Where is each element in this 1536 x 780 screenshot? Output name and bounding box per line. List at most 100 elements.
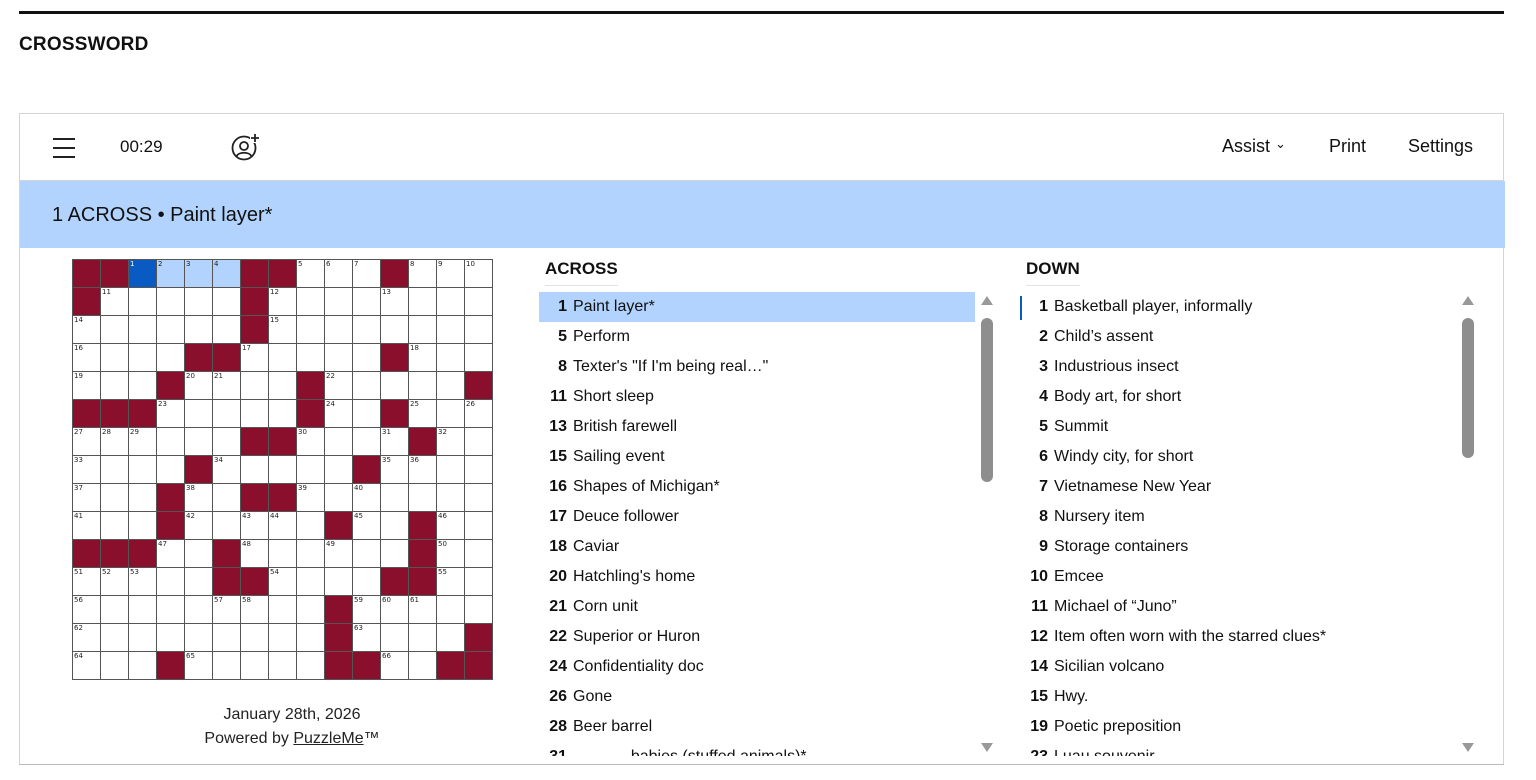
clue-item[interactable]: 21 Corn unit bbox=[539, 592, 975, 622]
grid-cell[interactable]: 38 bbox=[184, 483, 213, 512]
clue-item[interactable]: 3 Industrious insect bbox=[1020, 352, 1456, 382]
grid-cell[interactable] bbox=[464, 427, 493, 456]
grid-cell-cursor[interactable]: 1 bbox=[128, 259, 157, 288]
grid-cell[interactable] bbox=[408, 623, 437, 652]
clue-item[interactable]: 11 Short sleep bbox=[539, 382, 975, 412]
grid-cell[interactable] bbox=[212, 287, 241, 316]
grid-cell[interactable] bbox=[156, 455, 185, 484]
puzzleme-link[interactable]: PuzzleMe bbox=[293, 730, 363, 747]
grid-cell[interactable] bbox=[212, 315, 241, 344]
clue-item[interactable]: 23 Luau souvenir bbox=[1020, 742, 1456, 756]
grid-cell[interactable]: 18 bbox=[408, 343, 437, 372]
grid-cell[interactable]: 28 bbox=[100, 427, 129, 456]
grid-cell[interactable] bbox=[436, 623, 465, 652]
grid-cell[interactable] bbox=[296, 567, 325, 596]
grid-cell[interactable] bbox=[436, 371, 465, 400]
grid-cell[interactable]: 26 bbox=[464, 399, 493, 428]
grid-cell[interactable] bbox=[380, 539, 409, 568]
grid-cell[interactable]: 44 bbox=[268, 511, 297, 540]
grid-cell[interactable]: 23 bbox=[156, 399, 185, 428]
grid-cell[interactable]: 59 bbox=[352, 595, 381, 624]
clue-item[interactable]: 15 Sailing event bbox=[539, 442, 975, 472]
grid-cell[interactable] bbox=[184, 427, 213, 456]
clue-item[interactable]: 9 Storage containers bbox=[1020, 532, 1456, 562]
crossword-grid[interactable]: 1 2 3 4 5 6 7 8 9 10 11 12 13 14 15 16 17 18 19 20 21 22 23 24 2… bbox=[72, 259, 493, 680]
grid-cell[interactable] bbox=[352, 427, 381, 456]
print-button[interactable]: Print bbox=[1329, 136, 1366, 157]
grid-cell[interactable] bbox=[436, 455, 465, 484]
grid-cell[interactable] bbox=[100, 455, 129, 484]
grid-cell[interactable] bbox=[156, 427, 185, 456]
grid-cell[interactable] bbox=[240, 371, 269, 400]
grid-cell[interactable] bbox=[436, 287, 465, 316]
grid-cell[interactable] bbox=[296, 651, 325, 680]
grid-cell[interactable] bbox=[156, 343, 185, 372]
grid-cell[interactable] bbox=[268, 623, 297, 652]
grid-cell[interactable] bbox=[128, 315, 157, 344]
grid-cell[interactable] bbox=[184, 623, 213, 652]
grid-cell[interactable] bbox=[324, 427, 353, 456]
grid-cell[interactable]: 53 bbox=[128, 567, 157, 596]
grid-cell[interactable] bbox=[240, 399, 269, 428]
grid-cell[interactable]: 20 bbox=[184, 371, 213, 400]
grid-cell[interactable]: 40 bbox=[352, 483, 381, 512]
grid-cell[interactable] bbox=[296, 539, 325, 568]
clue-item[interactable]: 26 Gone bbox=[539, 682, 975, 712]
grid-cell[interactable]: 46 bbox=[436, 511, 465, 540]
clue-item[interactable]: 28 Beer barrel bbox=[539, 712, 975, 742]
grid-cell[interactable] bbox=[352, 343, 381, 372]
clue-item[interactable]: 6 Windy city, for short bbox=[1020, 442, 1456, 472]
grid-cell[interactable] bbox=[184, 539, 213, 568]
grid-cell[interactable] bbox=[436, 595, 465, 624]
grid-cell[interactable] bbox=[268, 371, 297, 400]
grid-cell[interactable] bbox=[464, 287, 493, 316]
grid-cell[interactable]: 51 bbox=[72, 567, 101, 596]
grid-cell[interactable] bbox=[156, 595, 185, 624]
grid-cell[interactable] bbox=[436, 315, 465, 344]
grid-cell[interactable] bbox=[436, 483, 465, 512]
grid-cell[interactable] bbox=[100, 651, 129, 680]
grid-cell[interactable]: 66 bbox=[380, 651, 409, 680]
grid-cell[interactable] bbox=[352, 539, 381, 568]
grid-cell[interactable] bbox=[156, 315, 185, 344]
grid-cell[interactable] bbox=[352, 567, 381, 596]
clue-item[interactable]: 31 ______ babies (stuffed animals)* bbox=[539, 742, 975, 756]
clue-item[interactable]: 17 Deuce follower bbox=[539, 502, 975, 532]
scroll-down-arrow-icon[interactable] bbox=[1462, 743, 1474, 752]
clue-item[interactable]: 14 Sicilian volcano bbox=[1020, 652, 1456, 682]
scroll-thumb[interactable] bbox=[1462, 318, 1474, 458]
grid-cell[interactable]: 49 bbox=[324, 539, 353, 568]
grid-cell[interactable] bbox=[100, 483, 129, 512]
grid-cell[interactable] bbox=[128, 595, 157, 624]
grid-cell[interactable] bbox=[240, 455, 269, 484]
grid-cell[interactable]: 45 bbox=[352, 511, 381, 540]
grid-cell[interactable] bbox=[268, 595, 297, 624]
grid-cell[interactable] bbox=[212, 511, 241, 540]
grid-cell[interactable] bbox=[296, 455, 325, 484]
clue-item[interactable]: 8 Nursery item bbox=[1020, 502, 1456, 532]
grid-cell[interactable]: 10 bbox=[464, 259, 493, 288]
across-scrollbar[interactable] bbox=[980, 296, 994, 752]
grid-cell[interactable]: 60 bbox=[380, 595, 409, 624]
grid-cell[interactable]: 62 bbox=[72, 623, 101, 652]
grid-cell[interactable] bbox=[296, 343, 325, 372]
grid-cell[interactable] bbox=[352, 399, 381, 428]
grid-cell[interactable] bbox=[464, 567, 493, 596]
grid-cell[interactable] bbox=[128, 623, 157, 652]
grid-cell[interactable]: 57 bbox=[212, 595, 241, 624]
grid-cell[interactable] bbox=[296, 595, 325, 624]
grid-cell[interactable] bbox=[184, 567, 213, 596]
settings-button[interactable]: Settings bbox=[1408, 136, 1473, 157]
grid-cell[interactable] bbox=[128, 287, 157, 316]
clue-item[interactable]: 20 Hatchling's home bbox=[539, 562, 975, 592]
grid-cell[interactable]: 8 bbox=[408, 259, 437, 288]
grid-cell[interactable]: 37 bbox=[72, 483, 101, 512]
clue-item[interactable]: 19 Poetic preposition bbox=[1020, 712, 1456, 742]
add-user-icon[interactable] bbox=[230, 132, 260, 162]
grid-cell[interactable] bbox=[296, 287, 325, 316]
grid-cell[interactable]: 35 bbox=[380, 455, 409, 484]
grid-cell[interactable] bbox=[464, 511, 493, 540]
grid-cell[interactable]: 6 bbox=[324, 259, 353, 288]
grid-cell[interactable] bbox=[212, 483, 241, 512]
grid-cell[interactable]: 56 bbox=[72, 595, 101, 624]
